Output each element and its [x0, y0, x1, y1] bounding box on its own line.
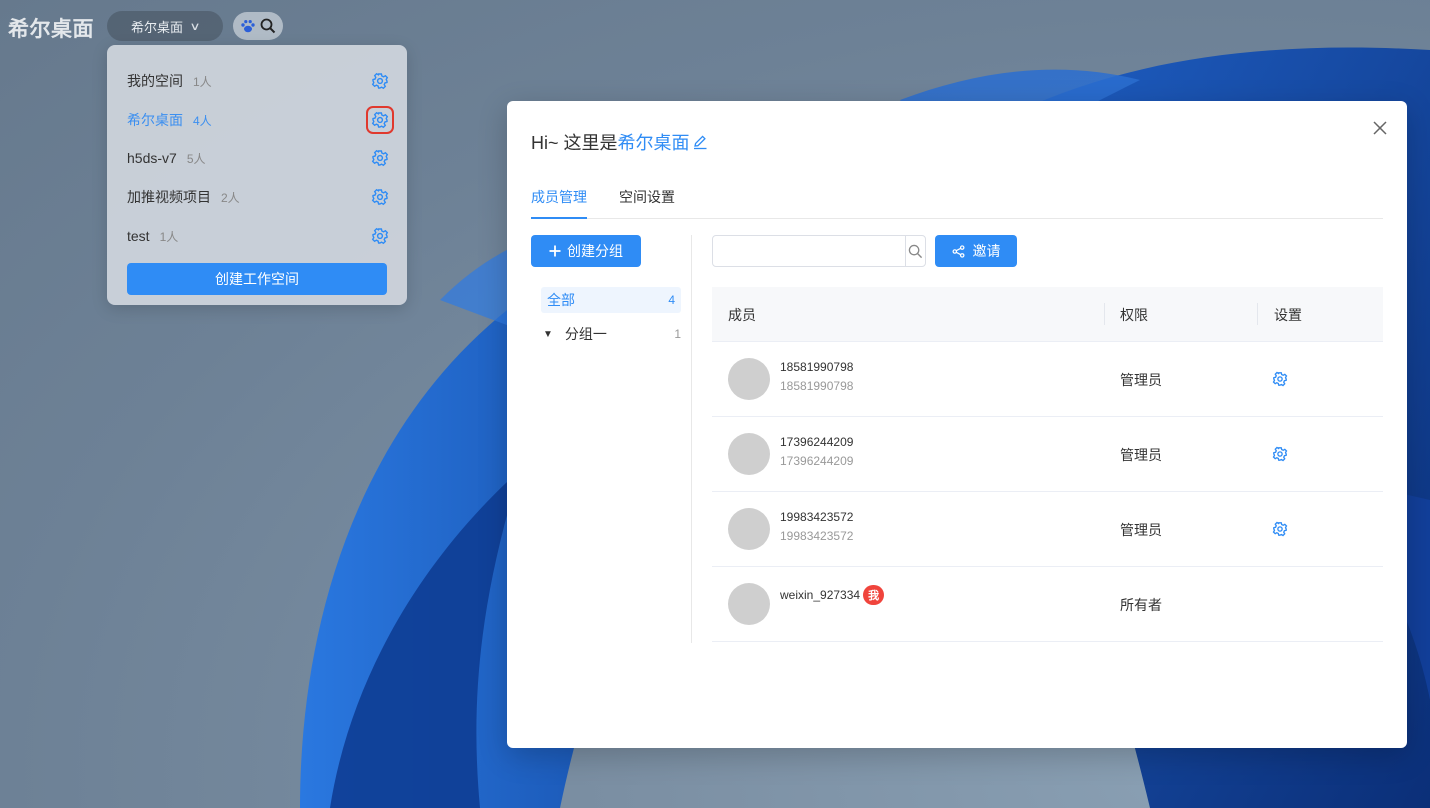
create-workspace-button[interactable]: 创建工作空间 — [127, 263, 387, 295]
space-item-name: 希尔桌面 — [127, 112, 183, 128]
space-item-name: 加推视频项目 — [127, 189, 211, 205]
gear-icon[interactable] — [371, 188, 389, 206]
chevron-down-icon: ∨ — [189, 20, 201, 33]
space-item-count: 5人 — [186, 151, 206, 166]
table-row: 19983423572 19983423572 管理员 — [712, 492, 1383, 567]
close-icon[interactable] — [1371, 119, 1389, 137]
member-role: 管理员 — [1120, 447, 1162, 463]
column-separator — [1104, 303, 1105, 325]
gear-icon[interactable] — [371, 149, 389, 167]
gear-icon[interactable] — [371, 72, 389, 90]
gear-icon[interactable] — [366, 106, 394, 134]
member-name: 19983423572 — [780, 510, 854, 524]
space-item-count: 2人 — [221, 190, 240, 205]
space-item-active[interactable]: 希尔桌面 4人 — [127, 106, 394, 134]
gear-icon[interactable] — [1272, 371, 1288, 387]
member-name: weixin_927334 — [780, 588, 861, 602]
tab-space-settings[interactable]: 空间设置 — [619, 187, 675, 207]
gear-icon[interactable] — [1272, 446, 1288, 462]
space-switcher[interactable]: 希尔桌面 ∨ — [107, 11, 223, 41]
column-header-member: 成员 — [728, 306, 756, 323]
dialog-title: Hi~ 这里是 希尔桌面 — [531, 129, 708, 155]
member-name: 18581990798 — [780, 360, 854, 374]
group-count: 4 — [668, 293, 675, 307]
search-shortcut[interactable] — [233, 12, 283, 40]
paw-icon — [240, 18, 256, 34]
table-header: 成员 权限 设置 — [712, 287, 1383, 342]
member-account: 18581990798 — [780, 379, 854, 393]
space-item-count: 1人 — [159, 229, 179, 244]
panel-divider — [691, 235, 692, 643]
space-item-name: h5ds-v7 — [127, 150, 177, 166]
current-space-label: 希尔桌面 — [130, 19, 183, 35]
space-item-name: 我的空间 — [127, 73, 183, 89]
member-role: 管理员 — [1120, 522, 1162, 538]
space-name-text: 希尔桌面 — [617, 133, 690, 153]
greeting-text: Hi~ 这里是 — [531, 133, 618, 153]
space-settings-dialog: Hi~ 这里是 希尔桌面 成员管理 空间设置 创建分组 全部 4 ▼ 分组一 1 — [507, 101, 1407, 748]
search-icon — [260, 18, 276, 34]
me-badge: 我 — [863, 585, 885, 605]
member-search-input[interactable] — [713, 236, 905, 266]
space-item[interactable]: 加推视频项目 2人 — [127, 185, 389, 209]
share-icon — [952, 244, 965, 258]
space-item[interactable]: 我的空间 1人 — [127, 69, 389, 93]
active-tab-indicator — [531, 217, 587, 219]
group-name: 全部 — [547, 292, 575, 308]
create-group-button[interactable]: 创建分组 — [531, 235, 641, 267]
space-item[interactable]: test 1人 — [127, 224, 389, 248]
column-header-role: 权限 — [1120, 306, 1148, 323]
group-item-all[interactable]: 全部 4 — [541, 287, 681, 313]
member-account: 17396244209 — [780, 454, 854, 468]
gear-icon[interactable] — [1272, 521, 1288, 537]
tab-member-management[interactable]: 成员管理 — [531, 187, 587, 207]
avatar — [728, 358, 770, 400]
gear-icon[interactable] — [371, 227, 389, 245]
space-menu: 我的空间 1人 希尔桌面 4人 h5ds-v7 5人 加推视频项目 2人 tes… — [107, 45, 407, 305]
table-row: weixin_927334 我 所有者 — [712, 567, 1383, 642]
app-title: 希尔桌面 — [8, 18, 94, 41]
member-account: 19983423572 — [780, 529, 854, 543]
table-row: 18581990798 18581990798 管理员 — [712, 342, 1383, 417]
avatar — [728, 583, 770, 625]
column-separator — [1257, 303, 1258, 325]
space-item-count: 1人 — [193, 74, 212, 89]
member-role: 管理员 — [1120, 372, 1162, 388]
space-item-count: 4人 — [193, 113, 212, 128]
member-table: 成员 权限 设置 18581990798 18581990798 管理员 173… — [712, 287, 1383, 642]
avatar — [728, 433, 770, 475]
invite-label: 邀请 — [972, 243, 1001, 259]
invite-button[interactable]: 邀请 — [935, 235, 1017, 267]
member-name: 17396244209 — [780, 435, 854, 449]
plus-icon — [549, 245, 561, 257]
avatar — [728, 508, 770, 550]
member-role: 所有者 — [1120, 597, 1162, 613]
create-group-label: 创建分组 — [567, 243, 623, 259]
edit-icon[interactable] — [692, 134, 708, 150]
caret-down-icon[interactable]: ▼ — [543, 329, 553, 340]
dialog-tabs: 成员管理 空间设置 — [531, 185, 1383, 219]
group-name: 分组一 — [564, 326, 607, 342]
group-item[interactable]: ▼ 分组一 1 — [541, 321, 681, 347]
space-item-name: test — [127, 228, 150, 244]
column-header-settings: 设置 — [1274, 306, 1302, 323]
space-item[interactable]: h5ds-v7 5人 — [127, 146, 389, 170]
search-icon[interactable] — [905, 236, 925, 266]
member-name-line: weixin_927334 我 — [780, 585, 885, 605]
group-count: 1 — [674, 327, 681, 341]
member-search — [712, 235, 926, 267]
table-row: 17396244209 17396244209 管理员 — [712, 417, 1383, 492]
